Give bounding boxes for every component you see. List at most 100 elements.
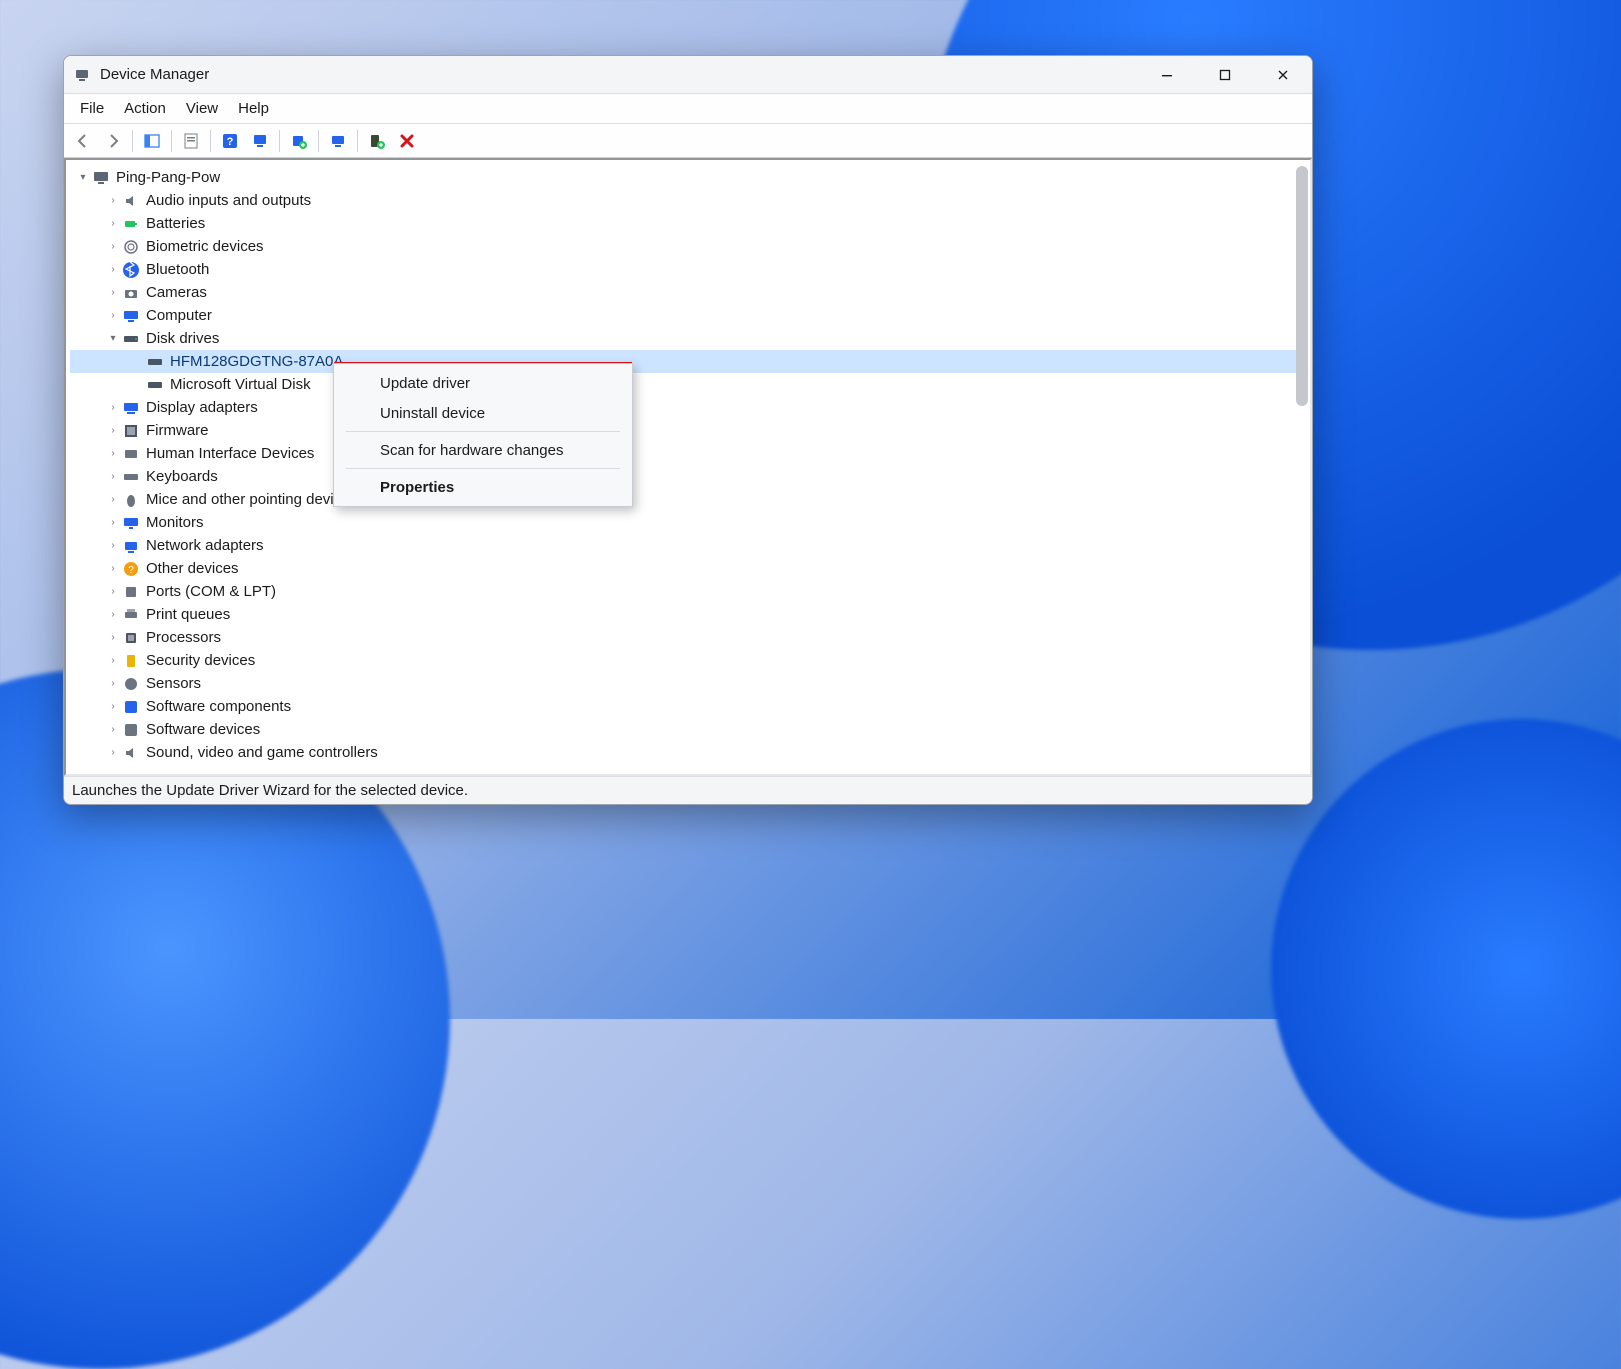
tree-device[interactable]: ·Microsoft Virtual Disk	[70, 373, 1306, 396]
toolbar: ?	[64, 124, 1312, 158]
tree-category[interactable]: › Computer	[70, 304, 1306, 327]
device-tree[interactable]: ▾ Ping-Pang-Pow ›Audio inputs and output…	[70, 164, 1306, 770]
tree-category[interactable]: ›Firmware	[70, 419, 1306, 442]
tree-category[interactable]: ›Sensors	[70, 672, 1306, 695]
tree-category[interactable]: › Software devices	[70, 718, 1306, 741]
expander-icon[interactable]: ›	[106, 654, 120, 668]
sound-icon	[122, 744, 140, 762]
ctx-separator	[346, 468, 620, 469]
expander-icon[interactable]: ›	[106, 263, 120, 277]
tree-category[interactable]: ›Software components	[70, 695, 1306, 718]
sensor-icon	[122, 675, 140, 693]
context-menu: Update driver Uninstall device Scan for …	[333, 363, 633, 507]
node-label: Software devices	[146, 721, 260, 738]
tree-category[interactable]: › Batteries	[70, 212, 1306, 235]
ctx-separator	[346, 431, 620, 432]
expander-icon[interactable]: ›	[106, 217, 120, 231]
tree-category[interactable]: ›Display adapters	[70, 396, 1306, 419]
tree-category[interactable]: ›Audio inputs and outputs	[70, 189, 1306, 212]
tree-root[interactable]: ▾ Ping-Pang-Pow	[70, 166, 1306, 189]
expander-icon[interactable]: ›	[106, 309, 120, 323]
minimize-button[interactable]	[1138, 56, 1196, 93]
close-button[interactable]	[1254, 56, 1312, 93]
other-devices-icon: ?	[122, 560, 140, 578]
ctx-scan-hardware[interactable]: Scan for hardware changes	[334, 435, 632, 465]
scrollbar[interactable]	[1296, 166, 1308, 406]
uninstall-device-button[interactable]	[394, 128, 420, 154]
node-label: Batteries	[146, 215, 205, 232]
tree-category[interactable]: ›Ports (COM & LPT)	[70, 580, 1306, 603]
help-button[interactable]: ?	[217, 128, 243, 154]
tree-category[interactable]: ›Human Interface Devices	[70, 442, 1306, 465]
network-icon	[122, 537, 140, 555]
forward-button[interactable]	[100, 128, 126, 154]
node-label: Monitors	[146, 514, 204, 531]
expander-icon[interactable]: ›	[106, 424, 120, 438]
expander-icon[interactable]: ▾	[76, 171, 90, 185]
content-area: ▾ Ping-Pang-Pow ›Audio inputs and output…	[64, 158, 1312, 776]
mouse-icon	[122, 491, 140, 509]
tree-category[interactable]: ›Biometric devices	[70, 235, 1306, 258]
expander-icon[interactable]: ›	[106, 539, 120, 553]
ctx-properties[interactable]: Properties	[334, 472, 632, 502]
add-legacy-hardware-button[interactable]	[364, 128, 390, 154]
node-label: Print queues	[146, 606, 230, 623]
expander-icon[interactable]: ›	[106, 493, 120, 507]
node-label: Computer	[146, 307, 212, 324]
tree-category[interactable]: ›Processors	[70, 626, 1306, 649]
expander-icon[interactable]: ›	[106, 194, 120, 208]
expander-icon[interactable]: ›	[106, 677, 120, 691]
disk-icon	[146, 376, 164, 394]
maximize-button[interactable]	[1196, 56, 1254, 93]
expander-icon[interactable]: ›	[106, 723, 120, 737]
expander-icon[interactable]: ›	[106, 286, 120, 300]
back-button[interactable]	[70, 128, 96, 154]
monitor-icon	[122, 514, 140, 532]
expander-icon[interactable]: ›	[106, 470, 120, 484]
window-title: Device Manager	[100, 66, 209, 83]
disk-icon	[146, 353, 164, 371]
menu-help[interactable]: Help	[228, 96, 279, 121]
tree-category[interactable]: ›Bluetooth	[70, 258, 1306, 281]
expander-icon[interactable]: ▾	[106, 332, 120, 346]
expander-icon[interactable]: ›	[106, 516, 120, 530]
show-hide-tree-button[interactable]	[139, 128, 165, 154]
tree-device-selected[interactable]: ·HFM128GDGTNG-87A0A	[70, 350, 1306, 373]
properties-button[interactable]	[178, 128, 204, 154]
software-device-icon	[122, 721, 140, 739]
menu-view[interactable]: View	[176, 96, 228, 121]
tree-category[interactable]: ›Keyboards	[70, 465, 1306, 488]
expander-icon[interactable]: ›	[106, 746, 120, 760]
ctx-uninstall-device[interactable]: Uninstall device	[334, 398, 632, 428]
menu-file[interactable]: File	[70, 96, 114, 121]
expander-icon[interactable]: ›	[106, 585, 120, 599]
expander-icon[interactable]: ›	[106, 608, 120, 622]
expander-icon[interactable]: ›	[106, 562, 120, 576]
enable-device-button[interactable]	[325, 128, 351, 154]
ctx-label: Scan for hardware changes	[380, 442, 563, 459]
ctx-update-driver[interactable]: Update driver	[334, 368, 632, 398]
menu-action[interactable]: Action	[114, 96, 176, 121]
tree-category-disk-drives[interactable]: ▾Disk drives	[70, 327, 1306, 350]
expander-icon[interactable]: ›	[106, 401, 120, 415]
tree-category[interactable]: ›Cameras	[70, 281, 1306, 304]
tree-category[interactable]: ›?Other devices	[70, 557, 1306, 580]
camera-icon	[122, 284, 140, 302]
processor-icon	[122, 629, 140, 647]
display-icon	[122, 399, 140, 417]
expander-icon[interactable]: ›	[106, 447, 120, 461]
ctx-label: Properties	[380, 479, 454, 496]
expander-icon[interactable]: ›	[106, 700, 120, 714]
tree-category[interactable]: ›Network adapters	[70, 534, 1306, 557]
toolbar-separator	[318, 130, 319, 152]
tree-category[interactable]: › Monitors	[70, 511, 1306, 534]
node-label: Sound, video and game controllers	[146, 744, 378, 761]
update-driver-button[interactable]	[286, 128, 312, 154]
expander-icon[interactable]: ›	[106, 631, 120, 645]
scan-hardware-button[interactable]	[247, 128, 273, 154]
tree-category[interactable]: › Print queues	[70, 603, 1306, 626]
expander-icon[interactable]: ›	[106, 240, 120, 254]
tree-category[interactable]: ›Security devices	[70, 649, 1306, 672]
tree-category[interactable]: › Sound, video and game controllers	[70, 741, 1306, 764]
tree-category[interactable]: ›Mice and other pointing devices	[70, 488, 1306, 511]
